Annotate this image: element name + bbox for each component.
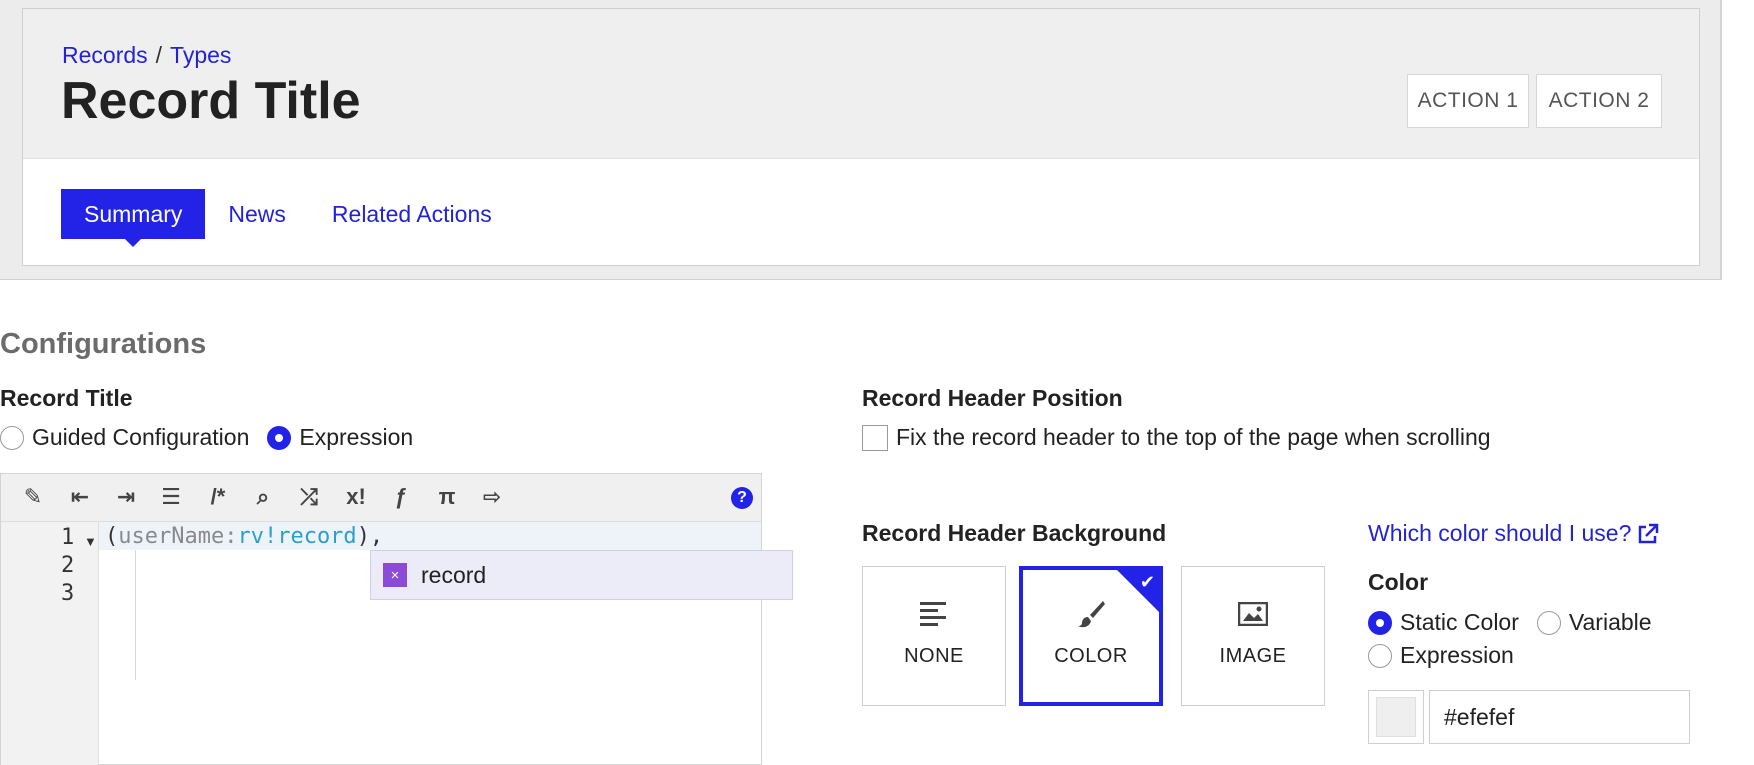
- list-icon[interactable]: ☰: [156, 482, 186, 512]
- fix-header-option[interactable]: Fix the record header to the top of the …: [862, 424, 1491, 451]
- autocomplete-suggestion[interactable]: × record: [370, 550, 793, 600]
- fix-header-label: Fix the record header to the top of the …: [896, 424, 1491, 450]
- tab-summary[interactable]: Summary: [61, 189, 206, 247]
- external-link-icon: [1639, 523, 1659, 543]
- color-swatch-button[interactable]: [1368, 690, 1424, 744]
- code-param: userName: [118, 524, 225, 549]
- radio-circle-selected[interactable]: [1368, 610, 1392, 635]
- fold-arrow-icon[interactable]: ▼: [84, 534, 97, 549]
- record-title: Record Title: [61, 72, 361, 130]
- color-hex-input[interactable]: [1429, 690, 1690, 744]
- radio-circle[interactable]: [1536, 610, 1561, 635]
- background-option-image[interactable]: IMAGE: [1181, 566, 1325, 706]
- indent-icon[interactable]: ⇥: [111, 482, 141, 512]
- preview-card: Records / Types Record Title ACTION 1 ACTI…: [22, 8, 1700, 266]
- breadcrumb-records[interactable]: Records: [62, 42, 148, 68]
- line-number: 1: [61, 525, 75, 550]
- radio-variable[interactable]: Variable: [1536, 609, 1652, 636]
- radio-color-expression[interactable]: Expression: [1368, 642, 1514, 669]
- header-position-label: Record Header Position: [862, 385, 1123, 411]
- configurations-heading: Configurations: [0, 328, 207, 360]
- background-option-label: NONE: [904, 645, 964, 667]
- help-icon[interactable]: ?: [731, 487, 753, 509]
- radio-label: Expression: [299, 424, 414, 450]
- code-line-1[interactable]: (userName:rv!record),: [105, 524, 383, 549]
- comment-icon[interactable]: /*: [203, 482, 233, 512]
- radio-circle-selected[interactable]: [267, 425, 292, 450]
- search-icon[interactable]: ⌕: [248, 482, 278, 512]
- radio-guided-configuration[interactable]: Guided Configuration: [0, 424, 249, 451]
- expression-editor[interactable]: ✎ ⇤ ⇥ ☰ /* ⌕ ⤮ x! ƒ π ⇨ ? 1 2 3 ▼ (userN…: [0, 473, 762, 765]
- line-number: 3: [61, 581, 75, 606]
- indent-guide: [135, 550, 136, 680]
- radio-label: Guided Configuration: [32, 424, 250, 450]
- scroll-gutter: [1722, 0, 1754, 765]
- color-label: Color: [1368, 569, 1429, 595]
- radio-label: Static Color: [1400, 609, 1519, 635]
- paintbrush-icon: [1076, 597, 1106, 631]
- breadcrumb-separator: /: [155, 42, 163, 68]
- preview-header: Records / Types Record Title ACTION 1 ACTI…: [23, 9, 1699, 159]
- tab-related-actions[interactable]: Related Actions: [309, 189, 515, 239]
- radio-static-color[interactable]: Static Color: [1368, 609, 1519, 636]
- action-2-button[interactable]: ACTION 2: [1536, 74, 1662, 128]
- breadcrumb: Records / Types: [62, 42, 231, 69]
- shuffle-icon[interactable]: ⤮: [294, 482, 324, 512]
- record-title-label: Record Title: [0, 385, 133, 411]
- image-icon: [1238, 597, 1268, 631]
- color-field: [1368, 690, 1690, 744]
- breadcrumb-types[interactable]: Types: [170, 42, 231, 68]
- header-preview: Records / Types Record Title ACTION 1 ACTI…: [0, 0, 1722, 280]
- align-left-icon: [920, 597, 948, 631]
- rule-icon[interactable]: x!: [341, 482, 371, 512]
- background-option-color[interactable]: ✔ COLOR: [1019, 566, 1163, 706]
- action-1-button[interactable]: ACTION 1: [1407, 74, 1529, 128]
- radio-label: Expression: [1400, 642, 1514, 668]
- record-type-icon: ×: [383, 563, 407, 587]
- background-option-label: COLOR: [1054, 645, 1128, 667]
- autocomplete-text: record: [421, 561, 487, 588]
- color-mode-row-2: Expression: [1368, 642, 1532, 669]
- color-swatch: [1376, 697, 1416, 737]
- fix-header-checkbox[interactable]: [862, 424, 888, 451]
- export-icon[interactable]: ⇨: [477, 482, 507, 512]
- record-tabs: Summary News Related Actions: [61, 189, 515, 247]
- radio-circle[interactable]: [1368, 643, 1392, 668]
- editor-toolbar: ✎ ⇤ ⇥ ☰ /* ⌕ ⤮ x! ƒ π ⇨ ?: [1, 474, 761, 522]
- magic-wand-icon[interactable]: ✎: [18, 482, 48, 512]
- radio-label: Variable: [1568, 609, 1652, 635]
- background-option-label: IMAGE: [1219, 645, 1287, 667]
- function-icon[interactable]: ƒ: [386, 482, 416, 512]
- record-title-mode: Guided Configuration Expression: [0, 424, 431, 451]
- code-colon: :: [224, 524, 238, 549]
- line-number: 2: [61, 553, 75, 578]
- color-help-text: Which color should I use?: [1368, 520, 1632, 546]
- tab-news[interactable]: News: [205, 189, 309, 239]
- checkmark-icon: ✔: [1139, 572, 1155, 592]
- background-option-none[interactable]: NONE: [862, 566, 1006, 706]
- outdent-icon[interactable]: ⇤: [65, 482, 95, 512]
- code-ref: rv!record: [237, 524, 357, 549]
- line-number-gutter: 1 2 3: [1, 522, 99, 765]
- color-mode-row-1: Static Color Variable: [1368, 609, 1670, 636]
- header-background-label: Record Header Background: [862, 520, 1167, 546]
- code-paren-open: (: [105, 524, 119, 549]
- code-paren-close: ),: [356, 524, 384, 549]
- pi-icon[interactable]: π: [432, 482, 462, 512]
- color-help-link[interactable]: Which color should I use?: [1368, 520, 1659, 547]
- radio-expression[interactable]: Expression: [267, 424, 413, 451]
- radio-circle[interactable]: [0, 425, 24, 450]
